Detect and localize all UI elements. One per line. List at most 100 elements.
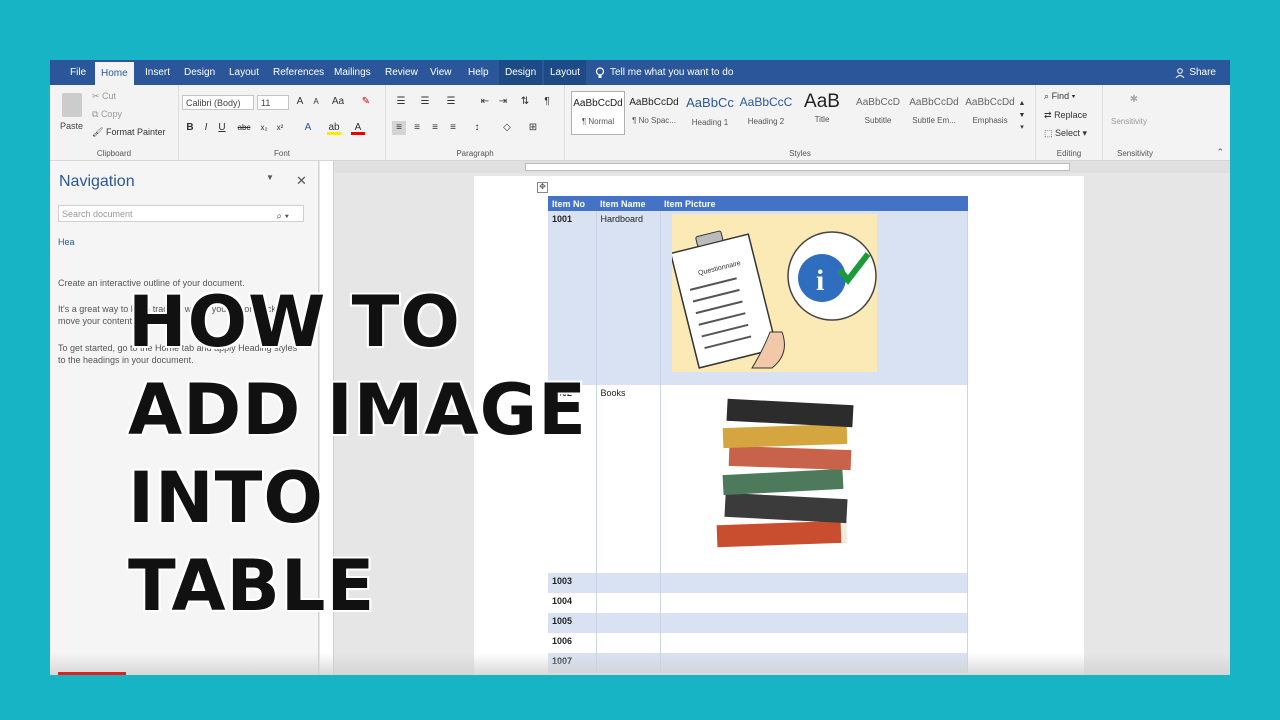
highlight-icon[interactable]: ab xyxy=(327,121,341,135)
sensitivity-button[interactable]: Sensitivity xyxy=(1111,117,1147,126)
item-table[interactable]: Item No Item Name Item Picture 1001 Hard… xyxy=(548,196,968,673)
shrink-font-icon[interactable]: A xyxy=(309,95,323,109)
tab-view[interactable]: View xyxy=(424,60,458,85)
styles-more-icon[interactable]: ▾ xyxy=(1015,121,1029,135)
align-left-icon[interactable]: ≡ xyxy=(392,121,406,135)
collapse-ribbon-icon[interactable]: ⌃ xyxy=(1216,147,1224,158)
horizontal-ruler[interactable] xyxy=(335,161,1230,173)
tab-home[interactable]: Home xyxy=(95,62,134,85)
video-progress-bar[interactable] xyxy=(58,672,126,675)
item-picture-cell[interactable] xyxy=(660,633,968,653)
italic-icon[interactable]: I xyxy=(199,121,213,135)
tab-mailings[interactable]: Mailings xyxy=(328,60,377,85)
table-row[interactable]: 1002 Books xyxy=(548,385,968,573)
copy-button[interactable]: ⧉ Copy xyxy=(92,109,122,120)
sort-icon[interactable]: ⇅ xyxy=(518,95,532,109)
cut-button[interactable]: ✂ Cut xyxy=(92,91,116,102)
borders-icon[interactable]: ⊞ xyxy=(526,121,540,135)
clear-format-icon[interactable]: ✎ xyxy=(359,95,373,109)
increase-indent-icon[interactable]: ⇥ xyxy=(496,95,510,109)
item-name-cell[interactable] xyxy=(596,633,661,653)
styles-group-label: Styles xyxy=(789,149,811,158)
style-item[interactable]: AaBbCcD Subtitle xyxy=(851,91,905,135)
tab-review[interactable]: Review xyxy=(379,60,424,85)
table-row[interactable]: 1006 xyxy=(548,633,968,653)
superscript-icon[interactable]: x² xyxy=(273,121,287,135)
decrease-indent-icon[interactable]: ⇤ xyxy=(478,95,492,109)
item-picture-cell[interactable] xyxy=(660,573,968,593)
item-name-cell[interactable]: Books xyxy=(596,385,661,573)
replace-button[interactable]: ⇄ Replace xyxy=(1044,110,1087,121)
tab-help[interactable]: Help xyxy=(462,60,495,85)
item-picture-cell[interactable] xyxy=(660,613,968,633)
grow-font-icon[interactable]: A xyxy=(293,95,307,109)
tab-design[interactable]: Design xyxy=(178,60,221,85)
item-name-cell[interactable] xyxy=(596,593,661,613)
change-case-icon[interactable]: Aa xyxy=(331,95,345,109)
style-item[interactable]: AaBbCcDd ¶ No Spac... xyxy=(627,91,681,135)
line-spacing-icon[interactable]: ↕ xyxy=(470,121,484,135)
underline-icon[interactable]: U xyxy=(215,121,229,135)
font-name-combo[interactable]: Calibri (Body) xyxy=(182,95,254,110)
justify-icon[interactable]: ≡ xyxy=(446,121,460,135)
sensitivity-group: ✱ Sensitivity Sensitivity xyxy=(1103,85,1167,160)
item-name-cell[interactable] xyxy=(596,573,661,593)
subscript-icon[interactable]: x₂ xyxy=(257,121,271,135)
paste-icon[interactable] xyxy=(62,93,82,117)
books-image[interactable] xyxy=(664,388,905,564)
style-item[interactable]: AaBbCc Heading 1 xyxy=(683,91,737,135)
questionnaire-image[interactable]: Questionnaire i xyxy=(669,214,877,372)
style-item[interactable]: AaBbCcDd Emphasis xyxy=(963,91,1017,135)
font-size-combo[interactable]: 11 xyxy=(257,95,289,110)
align-center-icon[interactable]: ≡ xyxy=(410,121,424,135)
style-preview: AaBbCcD xyxy=(856,97,900,108)
style-item[interactable]: AaBbCcDd ¶ Normal xyxy=(571,91,625,135)
text-effects-icon[interactable]: A xyxy=(301,121,315,135)
item-picture-cell[interactable] xyxy=(660,385,968,573)
bold-icon[interactable]: B xyxy=(183,121,197,135)
item-picture-cell[interactable]: Questionnaire i xyxy=(660,211,968,385)
tab-headings[interactable]: Hea xyxy=(58,237,75,247)
tab-references[interactable]: References xyxy=(267,60,330,85)
style-item[interactable]: AaB Title xyxy=(795,91,849,135)
strikethrough-icon[interactable]: abc xyxy=(237,121,251,135)
table-move-handle-icon[interactable]: ✥ xyxy=(537,182,548,193)
find-button[interactable]: ⌕ Find ▾ xyxy=(1044,91,1075,102)
tab-insert[interactable]: Insert xyxy=(139,60,176,85)
style-preview: AaBbCcDd xyxy=(965,97,1015,108)
tab-file[interactable]: File xyxy=(64,60,92,85)
font-group: Calibri (Body) 11 A A Aa ✎ B I U abc x₂ … xyxy=(179,85,386,160)
search-input[interactable]: Search document ⌕ ▾ xyxy=(58,205,304,222)
search-icon[interactable]: ⌕ ▾ xyxy=(276,208,289,225)
table-row[interactable]: 1004 xyxy=(548,593,968,613)
tell-me-box[interactable]: Tell me what you want to do xyxy=(595,60,733,85)
multilevel-list-icon[interactable]: ☰ xyxy=(444,95,458,109)
item-name-cell[interactable]: Hardboard xyxy=(596,211,661,385)
paste-button[interactable]: Paste xyxy=(60,121,83,131)
share-button[interactable]: Share xyxy=(1175,60,1216,85)
shading-icon[interactable]: ◇ xyxy=(500,121,514,135)
font-color-icon[interactable]: A xyxy=(351,121,365,135)
sensitivity-icon[interactable]: ✱ xyxy=(1127,93,1141,107)
format-painter-button[interactable]: 🖌 Format Painter xyxy=(92,127,165,138)
style-name: Heading 1 xyxy=(691,118,729,127)
numbering-icon[interactable]: ☰ xyxy=(418,95,432,109)
close-icon[interactable]: ✕ xyxy=(296,173,307,189)
style-item[interactable]: AaBbCcDd Subtle Em... xyxy=(907,91,961,135)
tab-design-contextual[interactable]: Design xyxy=(499,60,543,85)
item-name-cell[interactable] xyxy=(596,613,661,633)
table-row[interactable]: 1005 xyxy=(548,613,968,633)
pilcrow-icon[interactable]: ¶ xyxy=(540,95,554,109)
bullets-icon[interactable]: ☰ xyxy=(394,95,408,109)
select-button[interactable]: ⬚ Select ▾ xyxy=(1044,128,1087,139)
table-row[interactable]: 1003 xyxy=(548,573,968,593)
tab-layout[interactable]: Layout xyxy=(223,60,265,85)
align-right-icon[interactable]: ≡ xyxy=(428,121,442,135)
item-no-cell[interactable]: 1006 xyxy=(548,633,597,653)
table-row[interactable]: 1001 Hardboard Questionnaire i xyxy=(548,211,968,385)
style-item[interactable]: AaBbCcC Heading 2 xyxy=(739,91,793,135)
item-picture-cell[interactable] xyxy=(660,593,968,613)
chevron-down-icon[interactable]: ▼ xyxy=(266,173,274,182)
tab-layout-contextual[interactable]: Layout xyxy=(544,60,587,85)
style-preview: AaBbCcDd xyxy=(573,98,623,109)
